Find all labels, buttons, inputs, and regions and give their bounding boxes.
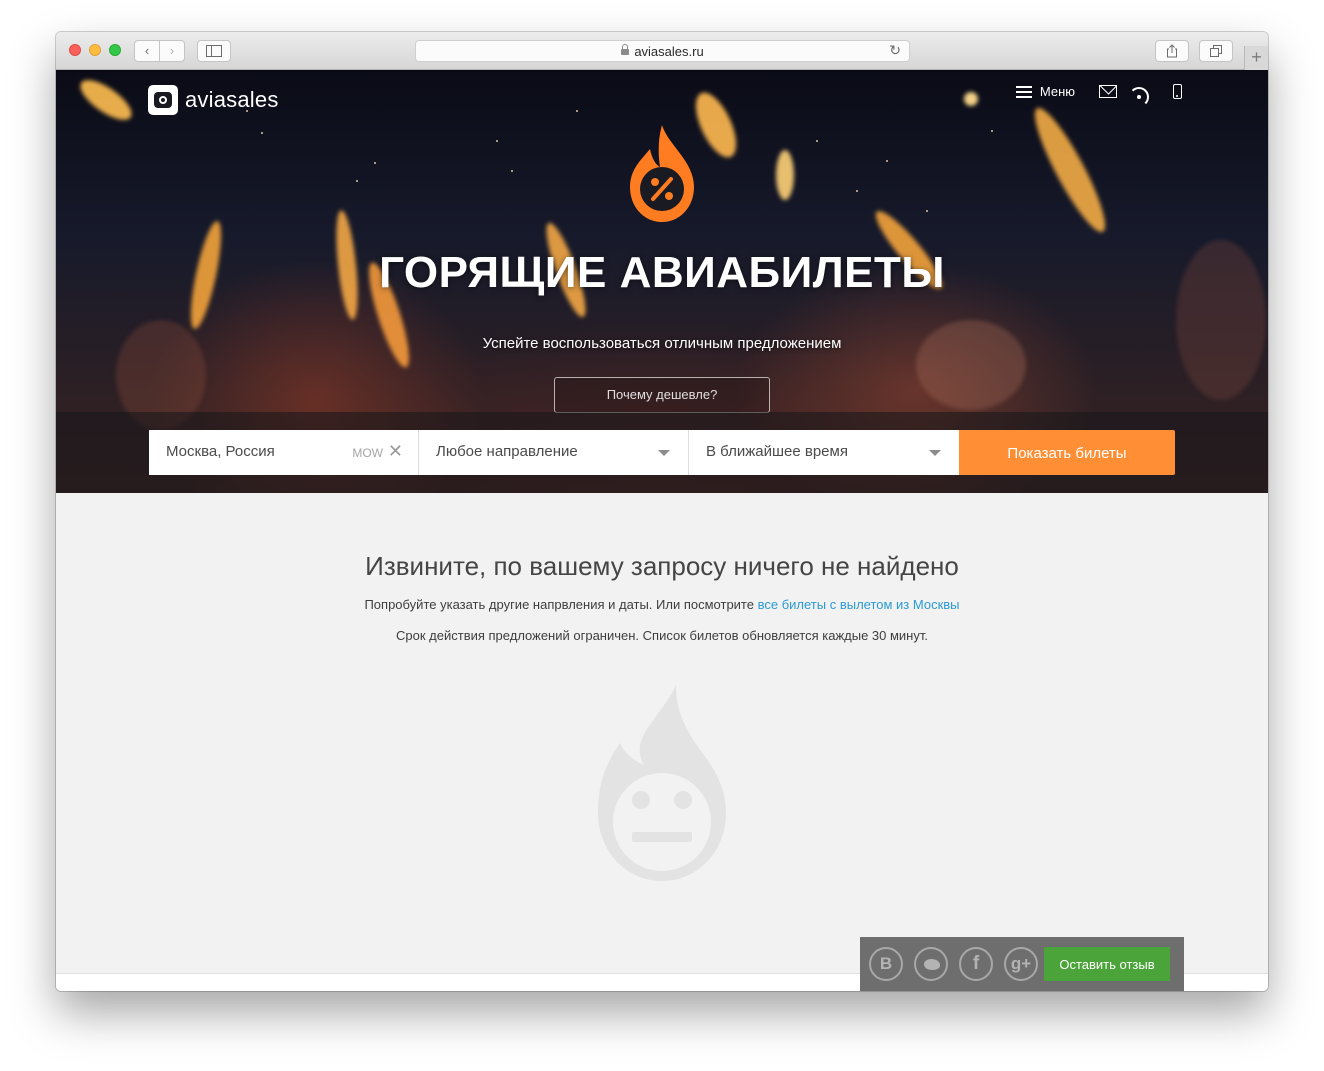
show-tabs-button[interactable] bbox=[1199, 40, 1233, 62]
browser-window: ‹ › aviasales.ru ↻ + aviasales Меню ГОРЯ… bbox=[56, 32, 1268, 991]
url-text: aviasales.ru bbox=[634, 44, 704, 59]
hot-flame-icon bbox=[628, 121, 696, 227]
new-tab-button[interactable]: + bbox=[1244, 46, 1268, 70]
site-logo[interactable]: aviasales bbox=[148, 85, 279, 115]
aviasales-logo-icon bbox=[148, 85, 178, 115]
hero-background-glow bbox=[74, 72, 138, 128]
sparkle bbox=[926, 210, 928, 212]
twitter-icon[interactable] bbox=[914, 947, 948, 981]
rss-icon[interactable] bbox=[1137, 85, 1151, 99]
results-area: Извините, по вашему запросу ничего не на… bbox=[56, 493, 1268, 973]
menu-label: Меню bbox=[1039, 84, 1075, 99]
hero-background-glow bbox=[687, 86, 745, 164]
sparkle bbox=[856, 190, 858, 192]
empty-state-hint: Попробуйте указать другие напрвления и д… bbox=[364, 597, 754, 612]
share-button[interactable] bbox=[1155, 40, 1189, 62]
share-icon bbox=[1167, 44, 1177, 58]
mail-icon[interactable] bbox=[1099, 85, 1117, 98]
origin-code: MOW bbox=[352, 446, 383, 460]
date-select[interactable]: В ближайшее время bbox=[689, 430, 959, 475]
facebook-icon[interactable]: f bbox=[959, 947, 993, 981]
sparkle bbox=[511, 170, 513, 172]
hero-background-glow bbox=[776, 150, 794, 200]
google-plus-icon[interactable]: g+ bbox=[1004, 947, 1038, 981]
browser-toolbar: ‹ › aviasales.ru ↻ + bbox=[56, 32, 1268, 70]
close-window-button[interactable] bbox=[69, 44, 81, 56]
sparkle bbox=[991, 130, 993, 132]
plus-icon: + bbox=[1251, 47, 1262, 67]
feedback-bar: В f g+ Оставить отзыв bbox=[860, 937, 1184, 991]
menu-button[interactable]: Меню bbox=[1015, 84, 1075, 99]
minimize-window-button[interactable] bbox=[89, 44, 101, 56]
clear-icon[interactable]: ✕ bbox=[388, 441, 403, 462]
tabs-icon bbox=[1210, 45, 1222, 57]
chevron-left-icon: ‹ bbox=[144, 43, 150, 58]
date-value: В ближайшее время bbox=[706, 443, 848, 460]
destination-select[interactable]: Любое направление bbox=[419, 430, 689, 475]
hero-banner: aviasales Меню ГОРЯЩИЕ АВИАБИЛЕТЫ Успейт… bbox=[56, 70, 1268, 493]
why-cheaper-button[interactable]: Почему дешевле? bbox=[554, 377, 770, 413]
chevron-down-icon bbox=[658, 450, 670, 456]
sidebar-toggle-button[interactable] bbox=[197, 40, 231, 62]
all-tickets-link[interactable]: все билеты с вылетом из Москвы bbox=[758, 597, 960, 612]
sparkle bbox=[576, 110, 578, 112]
hero-background-glow bbox=[964, 92, 978, 106]
hero-title: ГОРЯЩИЕ АВИАБИЛЕТЫ bbox=[379, 248, 945, 297]
sidebar-icon bbox=[206, 45, 222, 57]
chevron-down-icon bbox=[929, 450, 941, 456]
address-bar[interactable]: aviasales.ru ↻ bbox=[415, 40, 910, 62]
fullscreen-window-button[interactable] bbox=[109, 44, 121, 56]
hero-subtitle: Успейте воспользоваться отличным предлож… bbox=[482, 335, 842, 352]
lock-icon bbox=[621, 44, 630, 55]
sparkle bbox=[496, 140, 498, 142]
vk-icon[interactable]: В bbox=[869, 947, 903, 981]
mobile-app-icon[interactable] bbox=[1173, 84, 1182, 99]
hamburger-icon bbox=[1015, 85, 1032, 98]
sparkle bbox=[886, 160, 888, 162]
forward-button[interactable]: › bbox=[159, 40, 185, 62]
top-navigation: Меню bbox=[1015, 84, 1182, 99]
empty-state-title: Извините, по вашему запросу ничего не на… bbox=[365, 551, 959, 581]
show-tickets-button[interactable]: Показать билеты bbox=[959, 430, 1175, 475]
back-button[interactable]: ‹ bbox=[134, 40, 160, 62]
sparkle bbox=[374, 162, 376, 164]
neutral-flame-icon bbox=[598, 683, 726, 883]
search-form: Москва, Россия MOW ✕ Любое направление В… bbox=[149, 430, 1175, 475]
logo-text: aviasales bbox=[185, 87, 279, 112]
origin-field[interactable]: Москва, Россия MOW ✕ bbox=[149, 430, 419, 475]
hero-background-glow bbox=[1024, 101, 1116, 239]
leave-feedback-button[interactable]: Оставить отзыв bbox=[1044, 947, 1170, 981]
sparkle bbox=[261, 132, 263, 134]
hero-background-glow bbox=[916, 320, 1026, 410]
reload-icon[interactable]: ↻ bbox=[889, 42, 901, 59]
sparkle bbox=[356, 180, 358, 182]
destination-value: Любое направление bbox=[436, 443, 578, 460]
chevron-right-icon: › bbox=[169, 43, 175, 58]
empty-state-note: Срок действия предложений ограничен. Спи… bbox=[396, 628, 928, 643]
origin-value: Москва, Россия bbox=[166, 443, 275, 460]
sparkle bbox=[816, 140, 818, 142]
empty-state-text: Попробуйте указать другие напрвления и д… bbox=[56, 597, 1268, 612]
